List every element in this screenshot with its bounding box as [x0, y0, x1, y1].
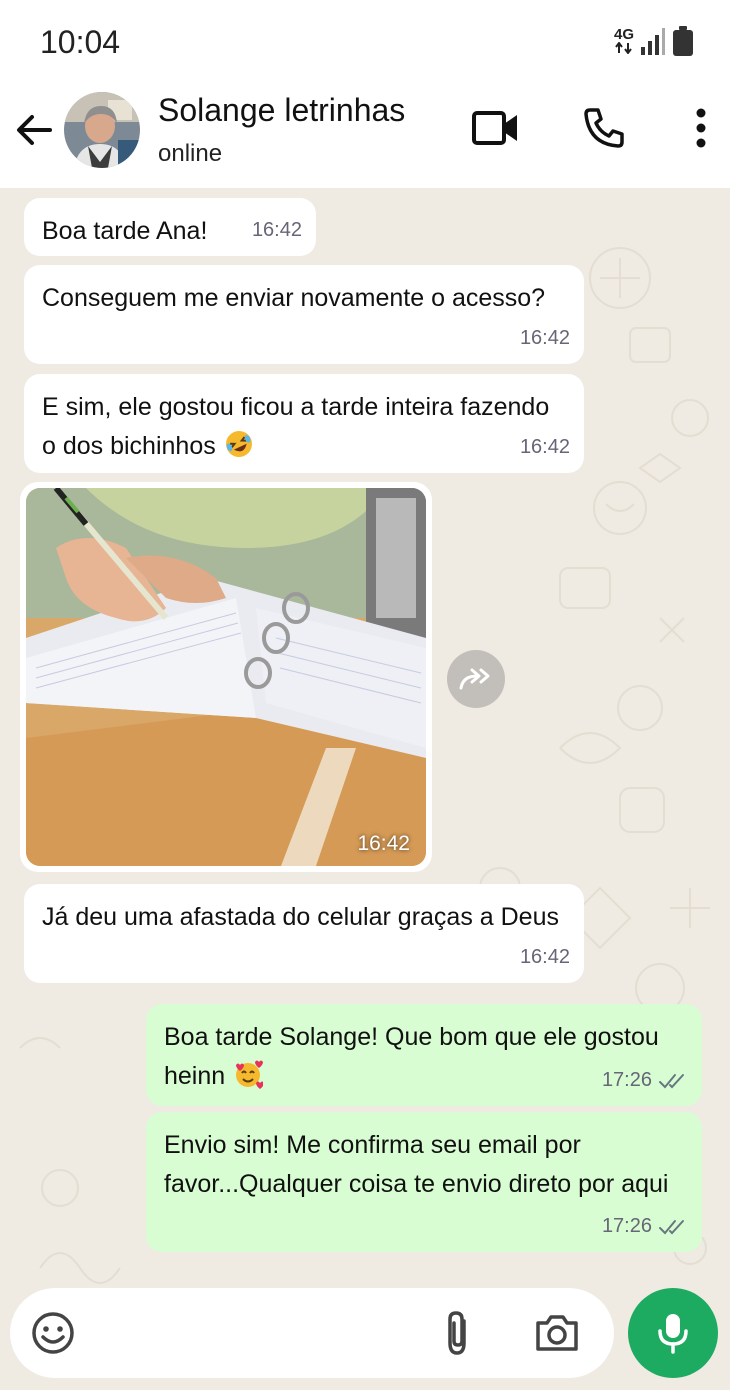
back-button[interactable]: [14, 110, 54, 150]
message-time: 16:42: [519, 946, 570, 968]
rolling-laughing-emoji-icon: [225, 431, 252, 457]
message-time: 17:26: [601, 1215, 652, 1237]
message-meta: 17:26: [602, 1207, 688, 1246]
smiling-hearts-emoji-icon: [236, 1060, 264, 1089]
image-message[interactable]: 16:42: [20, 482, 432, 872]
emoji-icon: [32, 1312, 74, 1354]
voice-call-icon: [584, 108, 624, 148]
message-outgoing[interactable]: Envio sim! Me confirma seu email por fav…: [146, 1112, 702, 1252]
message-text: E sim, ele gostou ficou a tarde inteira …: [42, 393, 550, 460]
network-type-label: 4G: [613, 26, 634, 43]
message-text: Já deu uma afastada do celular graças a …: [42, 903, 559, 931]
message-incoming[interactable]: Boa tarde Ana! 16:42: [24, 198, 316, 256]
more-options-icon: [696, 108, 706, 148]
message-incoming[interactable]: Conseguem me enviar novamente o acesso? …: [24, 265, 584, 364]
network-indicator: 4G: [613, 26, 634, 54]
voice-message-button[interactable]: [628, 1288, 718, 1378]
system-icons: 4G: [614, 26, 694, 56]
message-time: 16:42: [519, 327, 570, 349]
battery-icon: [673, 26, 693, 56]
attach-button[interactable]: [430, 1306, 484, 1360]
chat-header: Solange letrinhas online: [0, 84, 730, 188]
forward-icon: [459, 668, 490, 690]
message-photo[interactable]: 16:42: [26, 488, 426, 866]
forward-button[interactable]: [447, 650, 505, 708]
photo-child-writing-notebook: [26, 488, 426, 866]
message-text-wrap: E sim, ele gostou ficou a tarde inteira …: [42, 388, 566, 466]
message-meta: 17:26: [602, 1061, 688, 1100]
emoji-button[interactable]: [26, 1306, 80, 1360]
message-incoming[interactable]: Já deu uma afastada do celular graças a …: [24, 884, 584, 983]
chat-area[interactable]: Boa tarde Ana! 16:42 Conseguem me enviar…: [0, 188, 730, 1390]
message-incoming[interactable]: E sim, ele gostou ficou a tarde inteira …: [24, 374, 584, 473]
message-time: 16:42: [251, 219, 302, 241]
camera-icon: [536, 1315, 578, 1351]
message-time: 16:42: [357, 832, 410, 855]
camera-button[interactable]: [530, 1306, 584, 1360]
voice-call-button[interactable]: [578, 104, 630, 152]
message-input-bar[interactable]: [10, 1288, 614, 1378]
message-text: Conseguem me enviar novamente o acesso?: [42, 284, 546, 312]
back-arrow-icon: [17, 115, 52, 145]
contact-name[interactable]: Solange letrinhas: [158, 92, 405, 129]
avatar-photo: [64, 92, 140, 168]
read-ticks-icon: [659, 1219, 684, 1234]
status-time: 10:04: [40, 24, 121, 60]
contact-status: online: [158, 140, 223, 167]
contact-avatar[interactable]: [64, 92, 140, 168]
message-text: Envio sim! Me confirma seu email por fav…: [164, 1131, 669, 1198]
message-outgoing[interactable]: Boa tarde Solange! Que bom que ele gosto…: [146, 1004, 702, 1106]
signal-icon: [641, 28, 665, 55]
mic-icon: [658, 1314, 688, 1354]
video-call-button[interactable]: [470, 104, 522, 152]
data-arrows-icon: [615, 42, 632, 54]
more-options-button[interactable]: [676, 104, 726, 152]
attach-icon: [448, 1311, 466, 1355]
read-ticks-icon: [659, 1073, 684, 1088]
video-call-icon: [472, 111, 517, 145]
status-bar: 10:04 4G: [0, 0, 730, 84]
message-time: 17:26: [601, 1069, 652, 1091]
message-time: 16:42: [519, 436, 570, 458]
